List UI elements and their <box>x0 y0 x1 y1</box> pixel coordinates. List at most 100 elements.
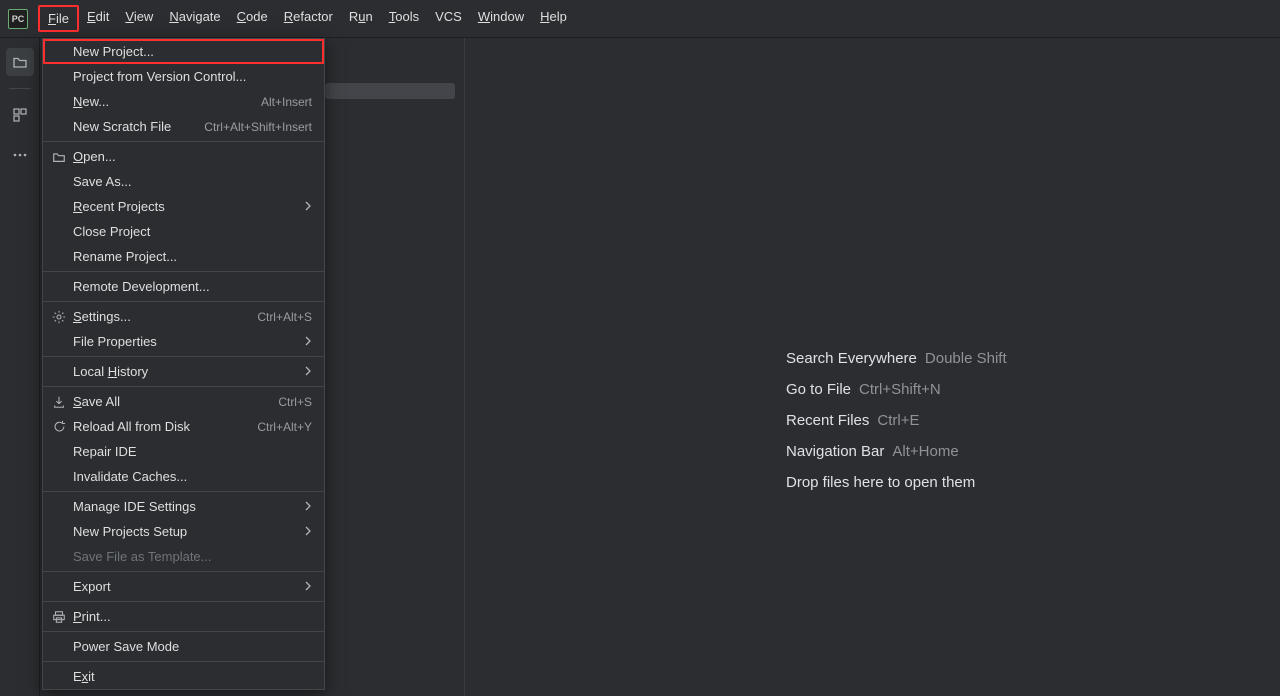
tip-label: Search Everywhere <box>786 350 917 367</box>
vertical-splitter[interactable] <box>464 38 465 696</box>
menuitem-save-all[interactable]: Save All Ctrl+S <box>43 389 324 414</box>
save-icon <box>51 394 67 410</box>
menuitem-label: Save File as Template... <box>73 549 212 564</box>
menuitem-shortcut: Ctrl+Alt+Y <box>257 420 312 434</box>
menuitem-label: New Scratch File <box>73 119 171 134</box>
tip-shortcut: Double Shift <box>925 350 1007 367</box>
tip-label: Navigation Bar <box>786 443 884 460</box>
menuitem-local-history[interactable]: Local History <box>43 359 324 384</box>
menuitem-print[interactable]: Print... <box>43 604 324 629</box>
menuitem-exit[interactable]: Exit <box>43 664 324 689</box>
menuitem-project-from-version-control[interactable]: Project from Version Control... <box>43 64 324 89</box>
menu-vcs[interactable]: VCS <box>427 5 470 32</box>
menuitem-reload-all-from-disk[interactable]: Reload All from Disk Ctrl+Alt+Y <box>43 414 324 439</box>
menu-separator <box>43 661 324 662</box>
menuitem-label: Print... <box>73 609 111 624</box>
menuitem-label: File Properties <box>73 334 157 349</box>
menuitem-save-as[interactable]: Save As... <box>43 169 324 194</box>
menu-tools[interactable]: Tools <box>381 5 427 32</box>
menu-separator <box>43 271 324 272</box>
menuitem-repair-ide[interactable]: Repair IDE <box>43 439 324 464</box>
menu-view[interactable]: View <box>117 5 161 32</box>
menubar: PC FileEditViewNavigateCodeRefactorRunTo… <box>0 0 1280 38</box>
menu-run[interactable]: Run <box>341 5 381 32</box>
menuitem-open[interactable]: Open... <box>43 144 324 169</box>
welcome-tips: Search Everywhere Double Shift Go to FileC… <box>786 350 1007 491</box>
menu-edit[interactable]: Edit <box>79 5 117 32</box>
menu-separator <box>43 491 324 492</box>
structure-icon <box>12 107 28 123</box>
menuitem-label: Repair IDE <box>73 444 137 459</box>
folder-icon <box>51 149 67 165</box>
tip-row: Go to FileCtrl+Shift+N <box>786 381 1007 398</box>
menu-separator <box>43 386 324 387</box>
tip-label: Recent Files <box>786 412 869 429</box>
menuitem-label: Rename Project... <box>73 249 177 264</box>
menu-navigate[interactable]: Navigate <box>161 5 228 32</box>
more-icon <box>12 147 28 163</box>
menuitem-label: Save As... <box>73 174 132 189</box>
chevron-right-icon <box>304 499 312 514</box>
menuitem-label: Open... <box>73 149 116 164</box>
project-toolwindow-button[interactable] <box>6 48 34 76</box>
menu-separator <box>43 141 324 142</box>
menuitem-label: Settings... <box>73 309 131 324</box>
menuitem-label: Export <box>73 579 111 594</box>
app-logo: PC <box>8 9 28 29</box>
menuitem-save-file-as-template: Save File as Template... <box>43 544 324 569</box>
structure-toolwindow-button[interactable] <box>6 101 34 129</box>
menuitem-shortcut: Alt+Insert <box>261 95 312 109</box>
tip-row: Search Everywhere Double Shift <box>786 350 1007 367</box>
menuitem-invalidate-caches[interactable]: Invalidate Caches... <box>43 464 324 489</box>
menuitem-label: Invalidate Caches... <box>73 469 187 484</box>
tip-shortcut: Ctrl+E <box>877 412 919 429</box>
gear-icon <box>51 309 67 325</box>
tip-row: Recent Files Ctrl+E <box>786 412 1007 429</box>
print-icon <box>51 609 67 625</box>
menuitem-close-project[interactable]: Close Project <box>43 219 324 244</box>
menuitem-new-projects-setup[interactable]: New Projects Setup <box>43 519 324 544</box>
menuitem-label: Power Save Mode <box>73 639 179 654</box>
menu-separator <box>43 631 324 632</box>
chevron-right-icon <box>304 524 312 539</box>
menuitem-new-project[interactable]: New Project... <box>43 39 324 64</box>
menu-window[interactable]: Window <box>470 5 532 32</box>
menuitem-label: Manage IDE Settings <box>73 499 196 514</box>
menuitem-rename-project[interactable]: Rename Project... <box>43 244 324 269</box>
menuitem-label: Close Project <box>73 224 150 239</box>
menuitem-shortcut: Ctrl+S <box>278 395 312 409</box>
menuitem-label: Save All <box>73 394 120 409</box>
menuitem-shortcut: Ctrl+Alt+Shift+Insert <box>204 120 312 134</box>
menu-code[interactable]: Code <box>229 5 276 32</box>
menu-help[interactable]: Help <box>532 5 575 32</box>
tip-row: Navigation Bar Alt+Home <box>786 443 1007 460</box>
menuitem-power-save-mode[interactable]: Power Save Mode <box>43 634 324 659</box>
chevron-right-icon <box>304 364 312 379</box>
menuitem-new[interactable]: New... Alt+Insert <box>43 89 324 114</box>
tip-shortcut: Alt+Home <box>892 443 958 460</box>
toolbar-separator <box>9 88 31 89</box>
menuitem-new-scratch-file[interactable]: New Scratch File Ctrl+Alt+Shift+Insert <box>43 114 324 139</box>
menuitem-manage-ide-settings[interactable]: Manage IDE Settings <box>43 494 324 519</box>
menuitem-file-properties[interactable]: File Properties <box>43 329 324 354</box>
chevron-right-icon <box>304 334 312 349</box>
menuitem-label: Project from Version Control... <box>73 69 246 84</box>
menuitem-label: Exit <box>73 669 95 684</box>
menuitem-remote-development[interactable]: Remote Development... <box>43 274 324 299</box>
menuitem-export[interactable]: Export <box>43 574 324 599</box>
menuitem-label: New... <box>73 94 109 109</box>
tip-shortcut: Ctrl+Shift+N <box>859 381 941 398</box>
chevron-right-icon <box>304 199 312 214</box>
menuitem-label: Remote Development... <box>73 279 210 294</box>
menuitem-label: New Projects Setup <box>73 524 187 539</box>
menu-refactor[interactable]: Refactor <box>276 5 341 32</box>
menuitem-recent-projects[interactable]: Recent Projects <box>43 194 324 219</box>
menu-file[interactable]: File <box>38 5 79 32</box>
reload-icon <box>51 419 67 435</box>
menu-separator <box>43 601 324 602</box>
more-toolwindows-button[interactable] <box>6 141 34 169</box>
menuitem-settings[interactable]: Settings...Ctrl+Alt+S <box>43 304 324 329</box>
menuitem-label: Reload All from Disk <box>73 419 190 434</box>
left-toolbar <box>0 38 40 696</box>
menu-separator <box>43 571 324 572</box>
